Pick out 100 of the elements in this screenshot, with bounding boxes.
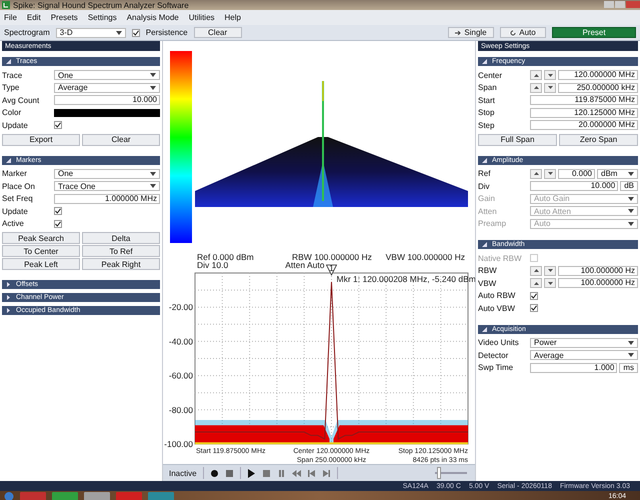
action-button[interactable]: Delta [82, 232, 160, 244]
field-label: Detector [478, 350, 510, 360]
dropdown[interactable]: Power [530, 338, 638, 348]
field-label: Ref [478, 169, 492, 178]
caret-icon [628, 222, 634, 226]
action-button[interactable]: To Center [2, 245, 80, 257]
field-label: Native RBW [478, 254, 523, 263]
preset-button[interactable]: Preset [552, 27, 636, 38]
action-button[interactable]: Zero Span [559, 134, 638, 146]
taskbar-app-icon[interactable] [84, 492, 110, 500]
expand-icon [6, 308, 11, 313]
field-label: Type [2, 83, 20, 92]
field-label: Active [2, 219, 25, 228]
single-button[interactable]: Single [448, 27, 494, 38]
step-down-button[interactable] [544, 70, 556, 80]
number-field[interactable]: 1.000000 MHz [54, 194, 160, 204]
unit-dropdown[interactable]: dBm [597, 168, 638, 179]
checkbox[interactable] [54, 220, 62, 228]
clear-button[interactable]: Clear [194, 27, 242, 38]
menu-item[interactable]: Analysis Mode [126, 13, 179, 22]
checkbox[interactable] [530, 292, 538, 300]
number-field[interactable]: 120.125000 MHz [530, 108, 638, 118]
menu-item[interactable]: Settings [88, 13, 117, 22]
acquisition-status: Inactive [169, 468, 197, 478]
up-arrow-icon [534, 86, 538, 90]
color-swatch[interactable] [54, 108, 160, 117]
action-button[interactable]: Full Span [478, 134, 557, 146]
expand-icon [6, 295, 11, 300]
unit-label: dB [620, 181, 638, 192]
rewind-icon[interactable] [292, 468, 301, 478]
step-up-button[interactable] [530, 82, 542, 93]
dropdown[interactable]: One [54, 70, 160, 80]
step-down-button[interactable] [544, 266, 556, 276]
field-label: Start [478, 96, 496, 105]
skip-forward-icon[interactable] [322, 468, 331, 478]
caret-icon [150, 184, 156, 188]
number-field[interactable]: 100.000000 Hz [558, 278, 638, 288]
menu-item[interactable]: Help [224, 13, 241, 22]
step-down-button[interactable] [544, 168, 556, 179]
number-field[interactable]: 10.000 [54, 95, 160, 106]
axis-tick-label: -60.00 [168, 370, 193, 381]
attenuation-text: Atten Auto [285, 260, 324, 270]
number-field[interactable]: 119.875000 MHz [530, 95, 638, 106]
action-button[interactable]: Peak Right [82, 258, 160, 270]
step-down-button[interactable] [544, 82, 556, 93]
dropdown[interactable]: Trace One [54, 181, 160, 192]
action-button[interactable]: Peak Search [2, 232, 80, 244]
caret-icon [628, 196, 634, 201]
number-field[interactable]: 0.000 [558, 168, 595, 179]
stop-icon[interactable] [262, 468, 271, 478]
spectrogram-dropdown[interactable]: 3-D [56, 28, 126, 38]
taskbar-app-icon[interactable] [52, 492, 78, 500]
playback-slider[interactable] [435, 467, 467, 479]
field-label: Update [2, 120, 29, 130]
slider-thumb[interactable] [436, 467, 441, 479]
menu-item[interactable]: Presets [50, 13, 78, 22]
skip-back-icon[interactable] [306, 468, 316, 478]
pause-icon[interactable] [276, 468, 286, 478]
play-icon[interactable] [246, 468, 256, 478]
step-up-button[interactable] [530, 266, 542, 276]
step-down-button[interactable] [544, 278, 556, 288]
menu-item[interactable]: Utilities [188, 13, 215, 22]
check-icon [55, 122, 61, 128]
field-label: RBW [478, 266, 498, 276]
number-field[interactable]: 250.000000 kHz [558, 82, 638, 93]
number-field[interactable]: 10.000 [530, 181, 618, 192]
down-arrow-icon [548, 172, 552, 176]
dropdown[interactable]: Average [530, 350, 638, 360]
action-button[interactable]: Peak Left [2, 258, 80, 270]
expand-icon [482, 326, 487, 332]
checkbox[interactable] [530, 304, 538, 312]
dropdown[interactable]: One [54, 168, 160, 179]
caret-icon [628, 340, 634, 345]
record-icon[interactable] [210, 468, 219, 478]
rbw-text: RBW 100.000000 Hz [292, 252, 372, 262]
step-up-button[interactable] [530, 70, 542, 80]
up-arrow-icon [534, 74, 538, 77]
action-button[interactable]: Clear [82, 134, 160, 146]
action-button[interactable]: To Ref [82, 245, 160, 257]
down-arrow-icon [548, 86, 552, 90]
start-icon[interactable] [4, 492, 14, 500]
action-button[interactable]: Export [2, 134, 80, 146]
up-arrow-icon [534, 282, 538, 285]
checkbox[interactable] [54, 207, 62, 216]
menu-item[interactable]: Edit [26, 13, 41, 22]
caret-icon [116, 30, 122, 34]
checkbox[interactable] [54, 121, 62, 130]
auto-button[interactable]: Auto [500, 27, 546, 38]
number-field[interactable]: 120.000000 MHz [558, 70, 638, 80]
stop-icon[interactable] [224, 468, 234, 478]
step-up-button[interactable] [530, 278, 542, 288]
number-field[interactable]: 100.000000 Hz [558, 266, 638, 276]
dropdown[interactable]: Average [54, 82, 160, 93]
window-controls-icon[interactable] [604, 1, 640, 9]
menu-item[interactable]: File [4, 13, 17, 22]
step-up-button[interactable] [530, 168, 542, 179]
persistence-checkbox[interactable] [132, 28, 140, 36]
number-field[interactable]: 1.000 [530, 362, 618, 373]
down-arrow-icon [548, 74, 552, 77]
number-field[interactable]: 20.000000 MHz [530, 120, 638, 130]
